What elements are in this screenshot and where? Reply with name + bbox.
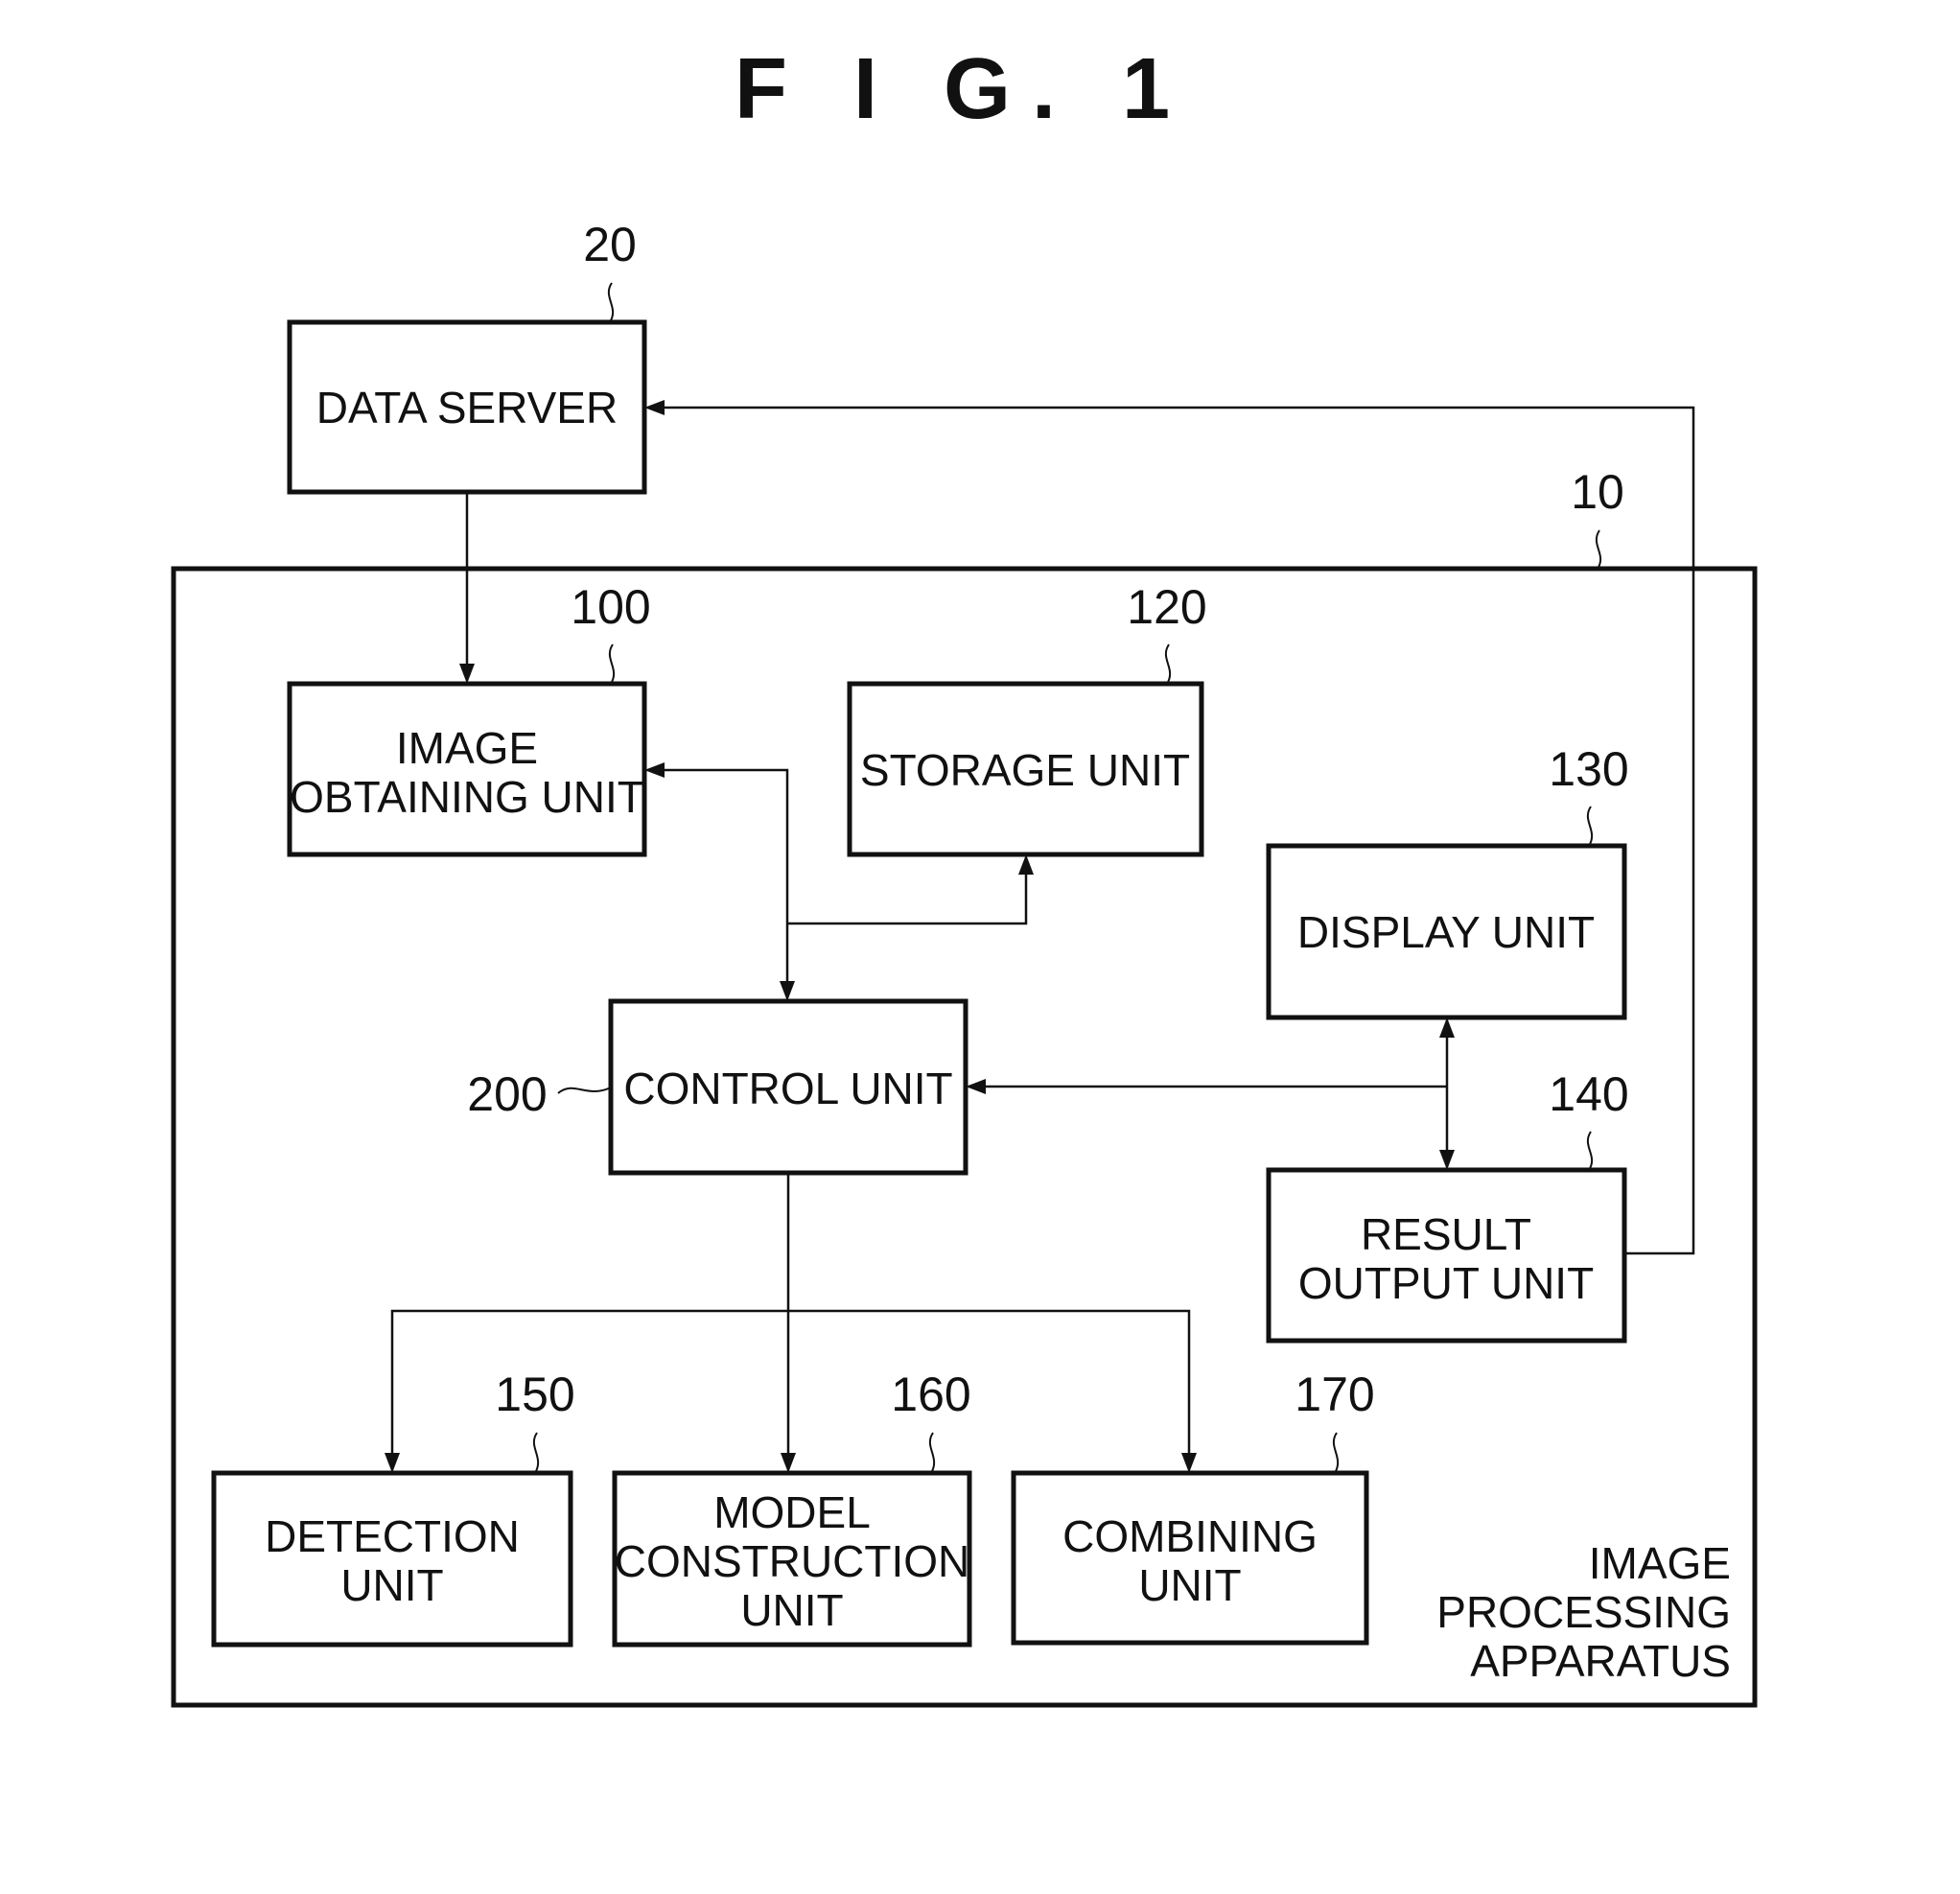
image-obtaining-label-line-2: OBTAINING UNIT: [290, 772, 644, 822]
ref-leader-200: [557, 1087, 612, 1094]
ref-leader-20: [607, 282, 615, 323]
model-construction-unit-block: MODEL CONSTRUCTION UNIT 160: [612, 1368, 972, 1648]
apparatus-label-line-2: PROCESSING: [1436, 1587, 1731, 1637]
arrowhead-into-model: [781, 1453, 796, 1473]
combining-label-line-2: UNIT: [1138, 1560, 1241, 1610]
arrowhead-into-combining: [1181, 1453, 1197, 1473]
arrowhead-into-control-top: [780, 981, 795, 1001]
arrowhead-into-resultoutput: [1439, 1150, 1455, 1170]
ref-number-150: 150: [495, 1368, 574, 1421]
data-server-label: DATA SERVER: [316, 383, 618, 433]
wire-control-imageobtaining: [658, 768, 789, 988]
result-output-unit-block: RESULT OUTPUT UNIT 140: [1266, 1067, 1629, 1344]
ref-number-20: 20: [583, 218, 637, 271]
ref-number-160: 160: [891, 1368, 970, 1421]
control-unit-block: CONTROL UNIT 200: [467, 998, 968, 1176]
ref-leader-100: [608, 643, 616, 685]
detection-unit-block: DETECTION UNIT 150: [211, 1368, 575, 1648]
ref-number-200: 200: [467, 1067, 547, 1121]
combining-unit-block: COMBINING UNIT 170: [1011, 1368, 1375, 1646]
block-diagram: F I G. 1 IMAGE PROCESSING APPARATUS 10 D…: [171, 41, 1758, 1708]
ref-leader-130: [1586, 806, 1594, 847]
apparatus-label: IMAGE PROCESSING APPARATUS: [1436, 1538, 1731, 1686]
arrowhead-into-control-right: [966, 1079, 986, 1094]
apparatus-label-line-1: IMAGE: [1589, 1538, 1731, 1588]
ref-leader-10: [1595, 529, 1602, 570]
arrowhead-into-detection: [385, 1453, 400, 1473]
storage-unit-label: STORAGE UNIT: [860, 745, 1190, 795]
combining-label-line-1: COMBINING: [1062, 1511, 1318, 1561]
display-unit-block: DISPLAY UNIT 130: [1266, 742, 1629, 1020]
ref-number-170: 170: [1295, 1368, 1374, 1421]
display-unit-label: DISPLAY UNIT: [1297, 907, 1595, 957]
wire-control-storage: [787, 868, 1028, 925]
arrowhead-into-imageobtaining-top: [459, 664, 475, 684]
ref-number-100: 100: [571, 580, 650, 634]
detection-label-line-2: UNIT: [340, 1560, 443, 1610]
image-obtaining-label-line-1: IMAGE: [396, 723, 538, 773]
apparatus-label-line-3: APPARATUS: [1470, 1636, 1731, 1686]
figure-title: F I G. 1: [735, 41, 1191, 137]
result-output-label-line-1: RESULT: [1361, 1209, 1531, 1259]
arrowhead-into-storage: [1018, 854, 1034, 875]
ref-leader-140: [1586, 1131, 1594, 1171]
ref-leader-150: [532, 1432, 540, 1474]
ref-number-130: 130: [1549, 742, 1628, 796]
ref-number-10: 10: [1571, 465, 1624, 519]
arrowhead-into-imageobtaining-right: [644, 762, 665, 778]
model-construction-label-line-1: MODEL: [713, 1487, 871, 1537]
ref-number-120: 120: [1127, 580, 1206, 634]
image-obtaining-unit-block: IMAGE OBTAINING UNIT 100: [287, 580, 651, 857]
arrowhead-into-dataserver: [644, 400, 665, 415]
detection-label-line-1: DETECTION: [265, 1511, 520, 1561]
control-unit-label: CONTROL UNIT: [623, 1064, 952, 1113]
model-construction-label-line-3: UNIT: [740, 1585, 843, 1635]
ref-leader-160: [928, 1432, 936, 1474]
arrowhead-into-display: [1439, 1017, 1455, 1038]
data-server-block: DATA SERVER 20: [287, 218, 647, 495]
storage-unit-block: STORAGE UNIT 120: [847, 580, 1207, 857]
result-output-label-line-2: OUTPUT UNIT: [1298, 1258, 1594, 1308]
ref-leader-120: [1164, 643, 1172, 685]
model-construction-label-line-2: CONSTRUCTION: [615, 1536, 970, 1586]
ref-leader-170: [1332, 1432, 1340, 1474]
ref-number-140: 140: [1549, 1067, 1628, 1121]
